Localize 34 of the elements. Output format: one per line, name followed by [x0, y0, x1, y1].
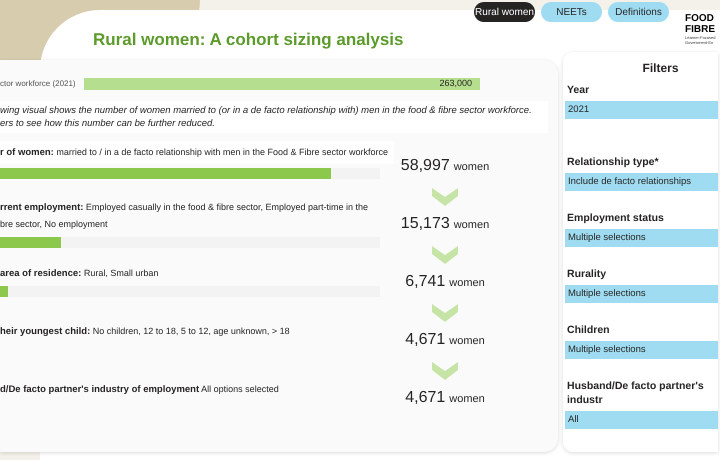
step-label: r of women: married to / in a de facto relationship with men in the Food & Fibre sector workforce	[0, 141, 394, 164]
count-text: 15,173 women	[400, 214, 490, 234]
dropdown-field[interactable]: Include de facto relationships	[565, 173, 718, 191]
chevron-down-icon	[432, 362, 458, 380]
dropdown-field[interactable]: 2021	[565, 101, 718, 119]
filter-label: Relationship type*	[566, 155, 660, 169]
nav-tab[interactable]: NEETs	[541, 2, 602, 22]
filter-label: Husband/De facto partner's industr	[566, 379, 705, 407]
filter-label: Children	[566, 323, 611, 337]
page-title: Rural women: A cohort sizing analysis	[93, 29, 404, 51]
dropdown-field[interactable]: All	[565, 411, 718, 429]
dropdown-field[interactable]: Multiple selections	[565, 285, 718, 303]
filter-label: Rurality	[566, 267, 608, 281]
workforce-bar: 263,000	[84, 78, 480, 90]
nav-tab[interactable]: Rural women	[474, 2, 535, 22]
dropdown-field[interactable]: Multiple selections	[565, 229, 718, 247]
intro-text: wing visual shows the number of women married to (or in a de facto relationship with) men in the food & fibre sector workforce. ers to see how this number can be further reduced.	[0, 101, 548, 133]
count-text: 4,671 women	[405, 330, 485, 350]
step-label: area of residence: Rural, Small urban	[0, 267, 158, 281]
filter-label: Year	[566, 83, 590, 97]
count-text: 4,671 women	[405, 388, 485, 408]
count-text: 6,741 women	[405, 272, 485, 292]
chevron-down-icon	[432, 304, 458, 322]
chevron-down-icon	[432, 246, 458, 264]
step-label: d/De facto partner's industry of employment All options selected	[0, 383, 279, 397]
step-label: heir youngest child: No children, 12 to 18, 5 to 12, age unknown, > 18	[0, 325, 290, 339]
filter-label: Employment status	[566, 211, 665, 225]
count-text: 58,997 women	[400, 156, 490, 176]
workforce-label: ctor workforce (2021)	[0, 78, 77, 90]
filters-title: Filters	[641, 60, 680, 77]
chevron-down-icon	[432, 188, 458, 206]
dropdown-field[interactable]: Multiple selections	[565, 341, 718, 359]
nav-tab[interactable]: Definitions	[608, 2, 669, 22]
step-label: rrent employment: Employed casually in the food & fibre sector, Employed part-time in the bre sector, No employment	[0, 201, 368, 231]
